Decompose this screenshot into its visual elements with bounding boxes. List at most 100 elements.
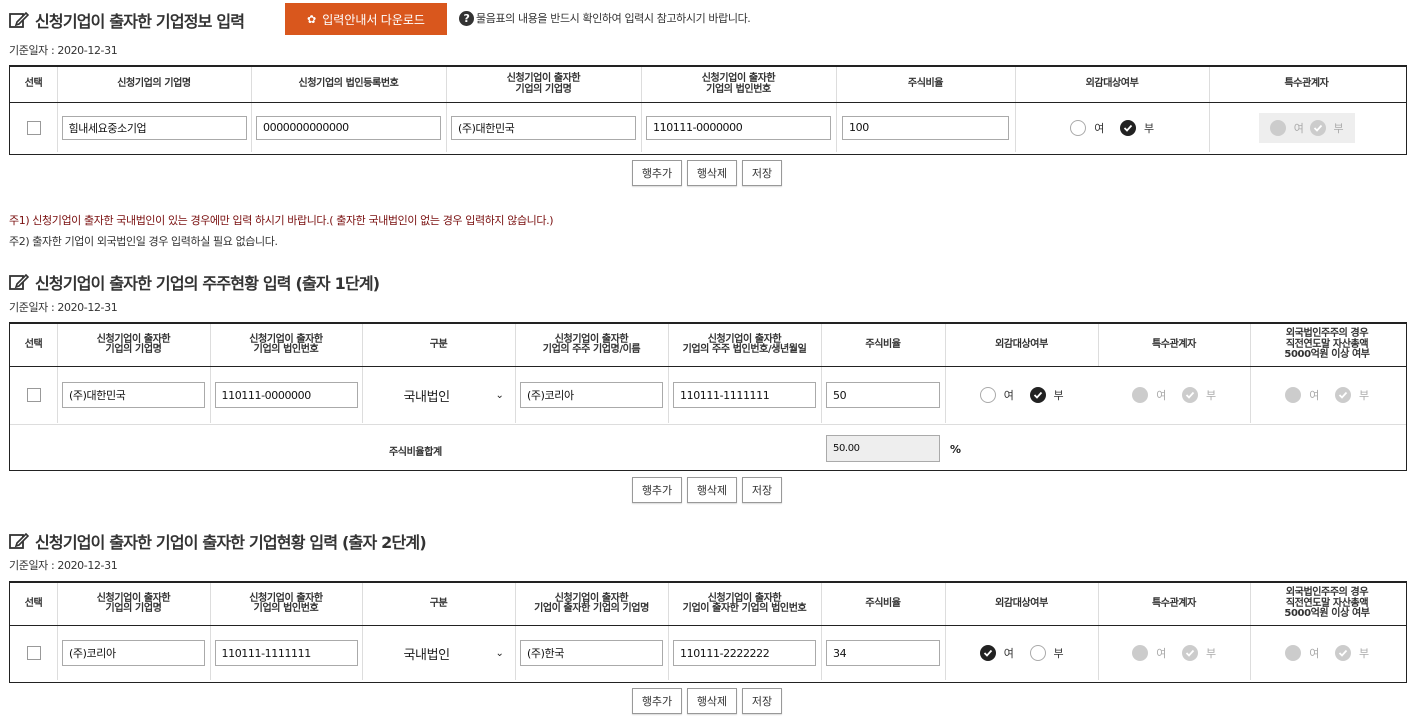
th-invested-name: 신청기업이 출자한 기업의 기업명	[446, 67, 642, 102]
th-sub-no: 신청기업이 출자한 기업이 출자한 기업의 법인번호	[668, 583, 822, 625]
type-select[interactable]: 국내법인 ⌄	[374, 644, 504, 663]
save-button[interactable]: 저장	[742, 477, 782, 503]
cell-audit: 여 부	[945, 626, 1099, 680]
check-circle-icon	[979, 645, 996, 661]
th-foreign-asset: 외국법인주주의 경우 직전연도말 자산총액 5000억원 이상 여부	[1284, 328, 1370, 361]
sum-unit: %	[950, 443, 961, 456]
foreign-yes-radio: 여	[1285, 645, 1319, 661]
download-guide-button[interactable]: ✿ 입력안내서 다운로드	[285, 3, 447, 35]
th-company-name: 신청기업의 기업명	[57, 67, 252, 102]
foreign-yes-label: 여	[1309, 389, 1319, 402]
radio-disabled-icon	[1269, 119, 1286, 136]
section1-title-text: 신청기업이 출자한 기업정보 입력	[35, 12, 245, 31]
save-button[interactable]: 저장	[742, 160, 782, 186]
check-circle-icon	[1335, 645, 1351, 661]
audit-yes-label: 여	[1003, 389, 1014, 402]
ratio-input[interactable]: 34	[826, 640, 940, 666]
cell-foreign-asset: 여 부	[1250, 626, 1404, 680]
invested-name-input[interactable]: (주)코리아	[62, 640, 205, 666]
cell-foreign-asset: 여 부	[1250, 367, 1404, 423]
audit-no-label: 부	[1144, 121, 1154, 135]
delete-row-button[interactable]: 행삭제	[687, 688, 737, 714]
row-checkbox[interactable]	[26, 388, 41, 402]
type-select[interactable]: 국내법인 ⌄	[374, 386, 504, 405]
help-notice-text: 물음표의 내용을 반드시 확인하여 입력시 참고하시기 바랍니다.	[476, 12, 751, 25]
section1-title: 신청기업이 출자한 기업정보 입력	[9, 8, 245, 32]
th-foreign-asset: 외국법인주주의 경우 직전연도말 자산총액 5000억원 이상 여부	[1284, 587, 1370, 620]
audit-yes-radio[interactable]: 여	[979, 645, 1014, 661]
section3-table: 선택 신청기업이 출자한 기업의 기업명 신청기업이 출자한 기업의 법인번호 …	[9, 581, 1407, 683]
section2-date: 기준일자 : 2020-12-31	[9, 301, 118, 314]
audit-yes-radio[interactable]: 여	[979, 387, 1014, 403]
foreign-no-radio: 부	[1335, 387, 1369, 403]
add-row-button[interactable]: 행추가	[632, 688, 682, 714]
help-notice: ? 물음표의 내용을 반드시 확인하여 입력시 참고하시기 바랍니다.	[459, 10, 751, 26]
chevron-down-icon: ⌄	[495, 389, 504, 401]
sub-name-input[interactable]: (주)한국	[520, 640, 663, 666]
th-reg-no: 신청기업의 법인등록번호	[251, 67, 447, 102]
cell-select	[10, 626, 58, 680]
invested-no-input[interactable]: 110111-0000000	[214, 382, 358, 408]
sum-row: 주식비율합계 50.00 %	[10, 424, 1406, 462]
reg-no-input[interactable]: 0000000000000	[256, 115, 441, 140]
add-row-button[interactable]: 행추가	[632, 160, 682, 186]
holder-name-input[interactable]: (주)코리아	[520, 382, 663, 408]
foreign-yes-label: 여	[1309, 647, 1319, 660]
foreign-yes-radio: 여	[1285, 387, 1319, 403]
special-yes-radio: 여	[1269, 119, 1304, 136]
special-yes-label: 여	[1293, 121, 1304, 135]
th-holder-name: 신청기업이 출자한 기업의 주주 기업명/이름	[515, 324, 669, 366]
audit-no-radio[interactable]: 부	[1120, 119, 1154, 136]
special-no-label: 부	[1206, 389, 1216, 402]
save-button[interactable]: 저장	[742, 688, 782, 714]
delete-row-button[interactable]: 행삭제	[687, 160, 737, 186]
note-2: 주2) 출자한 기업이 외국법인일 경우 입력하실 필요 없습니다.	[9, 235, 278, 248]
row-checkbox[interactable]	[26, 646, 41, 660]
cell-select	[10, 103, 58, 152]
cell-ratio: 50	[821, 367, 946, 423]
row-checkbox[interactable]	[26, 120, 41, 135]
foreign-no-radio: 부	[1335, 645, 1369, 661]
special-no-radio: 부	[1309, 119, 1344, 136]
audit-yes-radio[interactable]: 여	[1070, 119, 1104, 136]
type-select-value: 국내법인	[403, 647, 451, 663]
foreign-no-label: 부	[1359, 647, 1369, 660]
holder-no-input[interactable]: 110111-1111111	[673, 382, 816, 408]
special-no-radio: 부	[1182, 387, 1216, 403]
audit-no-radio[interactable]: 부	[1029, 387, 1064, 403]
th-invested-no: 신청기업이 출자한 기업의 법인번호	[210, 583, 363, 625]
invested-no-input[interactable]: 110111-0000000	[646, 115, 831, 140]
cell-invested-no: 110111-0000000	[641, 103, 837, 152]
check-circle-icon	[1182, 387, 1198, 403]
cell-audit: 여 부	[945, 367, 1099, 423]
special-no-label: 부	[1206, 647, 1216, 660]
special-yes-label: 여	[1156, 389, 1166, 402]
edit-icon	[9, 11, 29, 28]
add-row-button[interactable]: 행추가	[632, 477, 682, 503]
th-type: 구분	[362, 583, 516, 625]
question-icon[interactable]: ?	[459, 10, 474, 26]
invested-no-input[interactable]: 110111-1111111	[214, 640, 358, 666]
th-audit: 외감대상여부	[1015, 67, 1210, 102]
edit-icon	[9, 532, 29, 549]
invested-name-input[interactable]: (주)대한민국	[62, 382, 205, 408]
radio-empty-icon	[1070, 119, 1087, 136]
audit-no-radio[interactable]: 부	[1029, 645, 1064, 661]
cell-special: 여 부	[1209, 103, 1404, 152]
delete-row-button[interactable]: 행삭제	[687, 477, 737, 503]
company-name-input[interactable]: 힘내세요중소기업	[61, 115, 247, 140]
th-special: 특수관계자	[1284, 78, 1329, 90]
cell-select	[10, 367, 58, 423]
th-holder-no: 신청기업이 출자한 기업의 주주 법인번호/생년월일	[668, 324, 822, 366]
cell-invested-no: 110111-1111111	[210, 626, 363, 680]
invested-name-input[interactable]: (주)대한민국	[451, 115, 636, 140]
sub-no-input[interactable]: 110111-2222222	[673, 640, 816, 666]
foreign-no-label: 부	[1359, 389, 1369, 402]
ratio-input[interactable]: 100	[842, 115, 1009, 140]
table-header: 선택 신청기업의 기업명 신청기업의 법인등록번호 신청기업이 출자한 기업의 …	[10, 67, 1406, 103]
th-special: 특수관계자	[1098, 583, 1251, 625]
th-select: 선택	[10, 583, 58, 625]
edit-icon	[9, 273, 29, 290]
ratio-input[interactable]: 50	[826, 382, 940, 408]
section1-table: 선택 신청기업의 기업명 신청기업의 법인등록번호 신청기업이 출자한 기업의 …	[9, 65, 1407, 155]
